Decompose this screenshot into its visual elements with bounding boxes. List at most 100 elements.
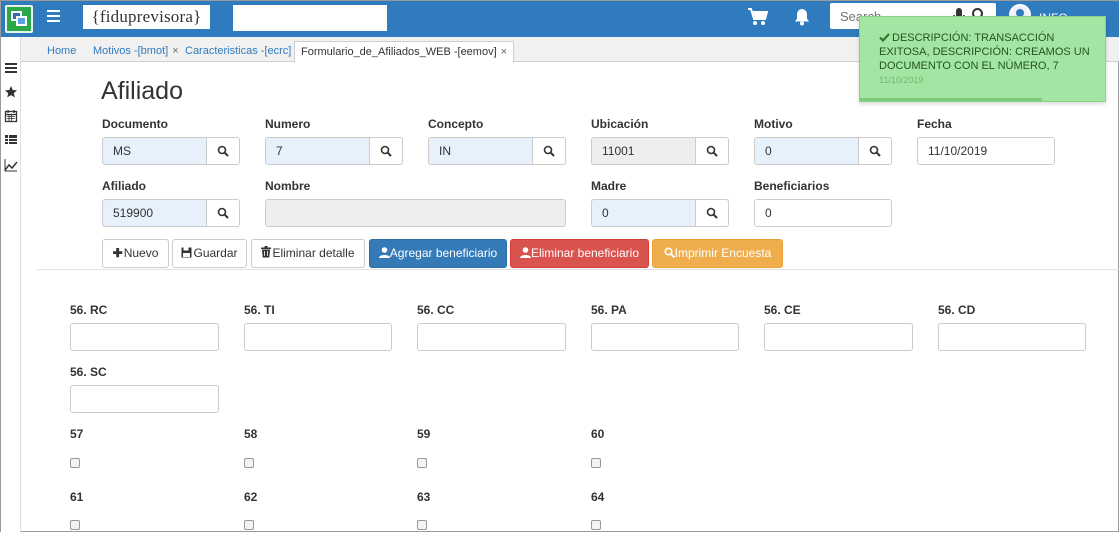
imprimir-encuesta-label: Imprimir Encuesta — [674, 246, 772, 260]
field-56-ce-input[interactable] — [764, 323, 913, 351]
madre-lookup-button[interactable] — [696, 199, 729, 227]
q61-label: 61 — [70, 490, 84, 504]
notifications-bell-icon[interactable] — [794, 8, 810, 26]
floppy-disk-icon — [181, 247, 192, 258]
toast-timer-bar — [860, 98, 1042, 101]
tab-label: Formulario_de_Afiliados_WEB -[eemov] — [301, 46, 497, 58]
field-56-pa-input[interactable] — [591, 323, 739, 351]
q60-checkbox[interactable] — [591, 458, 601, 468]
eliminar-beneficiario-button[interactable]: Eliminar beneficiario — [510, 239, 649, 268]
field-56-ce-label: 56. CE — [764, 303, 801, 317]
eliminar-detalle-button[interactable]: Eliminar detalle — [251, 239, 365, 268]
tab-label: Caracteristicas -[ecrc] — [185, 45, 292, 57]
motivo-field[interactable]: 0 — [754, 137, 859, 165]
tab-formulario-afiliados[interactable]: Formulario_de_Afiliados_WEB -[eemov] × — [294, 41, 515, 63]
search-icon — [543, 145, 555, 157]
nombre-field[interactable] — [265, 199, 566, 227]
fecha-label: Fecha — [917, 117, 952, 131]
q61-checkbox[interactable] — [70, 520, 80, 530]
eliminar-detalle-label: Eliminar detalle — [272, 246, 355, 260]
q64-checkbox[interactable] — [591, 520, 601, 530]
section-divider — [37, 269, 1119, 270]
q63-checkbox[interactable] — [417, 520, 427, 530]
q62-label: 62 — [244, 490, 258, 504]
field-56-rc-label: 56. RC — [70, 303, 108, 317]
afiliado-field[interactable]: 519900 — [102, 199, 207, 227]
app-switcher-icon[interactable] — [5, 5, 33, 33]
agregar-beneficiario-label: Agregar beneficiario — [389, 246, 498, 260]
search-icon — [217, 207, 229, 219]
q58-checkbox[interactable] — [244, 458, 254, 468]
search-icon — [706, 145, 718, 157]
guardar-button[interactable]: Guardar — [172, 239, 247, 268]
ubicacion-field[interactable]: 11001 — [591, 137, 696, 165]
numero-field[interactable]: 7 — [265, 137, 370, 165]
concepto-lookup-button[interactable] — [533, 137, 566, 165]
nuevo-label: Nuevo — [123, 246, 159, 260]
menu-toggle-icon[interactable] — [47, 10, 60, 23]
documento-label: Documento — [102, 117, 168, 131]
imprimir-encuesta-button[interactable]: Imprimir Encuesta — [652, 239, 783, 268]
table-icon[interactable] — [4, 133, 18, 147]
tab-label: Home — [47, 45, 77, 57]
calendar-icon[interactable] — [4, 109, 18, 123]
field-56-cc-input[interactable] — [417, 323, 566, 351]
brand-logo[interactable]: {fiduprevisora} — [83, 5, 210, 29]
field-56-cd-label: 56. CD — [938, 303, 976, 317]
field-56-cc-label: 56. CC — [417, 303, 455, 317]
search-icon — [217, 145, 229, 157]
q57-checkbox[interactable] — [70, 458, 80, 468]
q64-label: 64 — [591, 490, 605, 504]
numero-lookup-button[interactable] — [370, 137, 403, 165]
search-icon — [706, 207, 718, 219]
concepto-field[interactable]: IN — [428, 137, 533, 165]
field-56-rc-input[interactable] — [70, 323, 219, 351]
concepto-label: Concepto — [428, 117, 484, 131]
success-toast[interactable]: DESCRIPCIÓN: TRANSACCIÓN EXITOSA, DESCRI… — [859, 16, 1106, 102]
agregar-beneficiario-button[interactable]: Agregar beneficiario — [369, 239, 507, 268]
tab-caracteristicas[interactable]: Caracteristicas -[ecrc]× — [179, 41, 308, 62]
ubicacion-label: Ubicación — [591, 117, 649, 131]
plus-icon: ✚ — [112, 246, 123, 260]
tab-label: Motivos -[bmot] — [93, 45, 169, 57]
cart-icon[interactable] — [747, 7, 769, 27]
fecha-field[interactable]: 11/10/2019 — [917, 137, 1055, 165]
trash-icon — [261, 246, 272, 258]
nuevo-button[interactable]: ✚Nuevo — [102, 239, 169, 268]
field-56-cd-input[interactable] — [938, 323, 1086, 351]
search-icon — [380, 145, 392, 157]
q58-label: 58 — [244, 427, 258, 441]
q59-checkbox[interactable] — [417, 458, 427, 468]
list-icon[interactable] — [4, 61, 18, 75]
user-icon — [378, 247, 390, 258]
afiliado-lookup-button[interactable] — [207, 199, 240, 227]
star-icon[interactable] — [4, 85, 18, 99]
close-icon[interactable]: × — [172, 45, 178, 57]
line-chart-icon[interactable] — [4, 158, 18, 172]
close-icon[interactable]: × — [501, 46, 507, 58]
search-icon — [664, 247, 675, 259]
numero-label: Numero — [265, 117, 311, 131]
field-56-sc-input[interactable] — [70, 385, 219, 413]
q62-checkbox[interactable] — [244, 520, 254, 530]
nombre-label: Nombre — [265, 179, 311, 193]
q57-label: 57 — [70, 427, 84, 441]
tab-motivos[interactable]: Motivos -[bmot] × — [87, 41, 185, 62]
q63-label: 63 — [417, 490, 431, 504]
documento-lookup-button[interactable] — [207, 137, 240, 165]
field-56-sc-label: 56. SC — [70, 365, 107, 379]
tab-home[interactable]: Home — [41, 41, 82, 62]
madre-field[interactable]: 0 — [591, 199, 696, 227]
motivo-label: Motivo — [754, 117, 793, 131]
motivo-lookup-button[interactable] — [859, 137, 892, 165]
module-search-box[interactable] — [233, 5, 387, 31]
beneficiarios-field[interactable]: 0 — [754, 199, 892, 227]
page-title: Afiliado — [101, 77, 183, 105]
app-window: {fiduprevisora} INFO — [0, 0, 1119, 533]
guardar-label: Guardar — [193, 246, 238, 260]
left-rail — [1, 37, 21, 533]
ubicacion-lookup-button[interactable] — [696, 137, 729, 165]
beneficiarios-label: Beneficiarios — [754, 179, 830, 193]
documento-field[interactable]: MS — [102, 137, 207, 165]
field-56-ti-input[interactable] — [244, 323, 392, 351]
